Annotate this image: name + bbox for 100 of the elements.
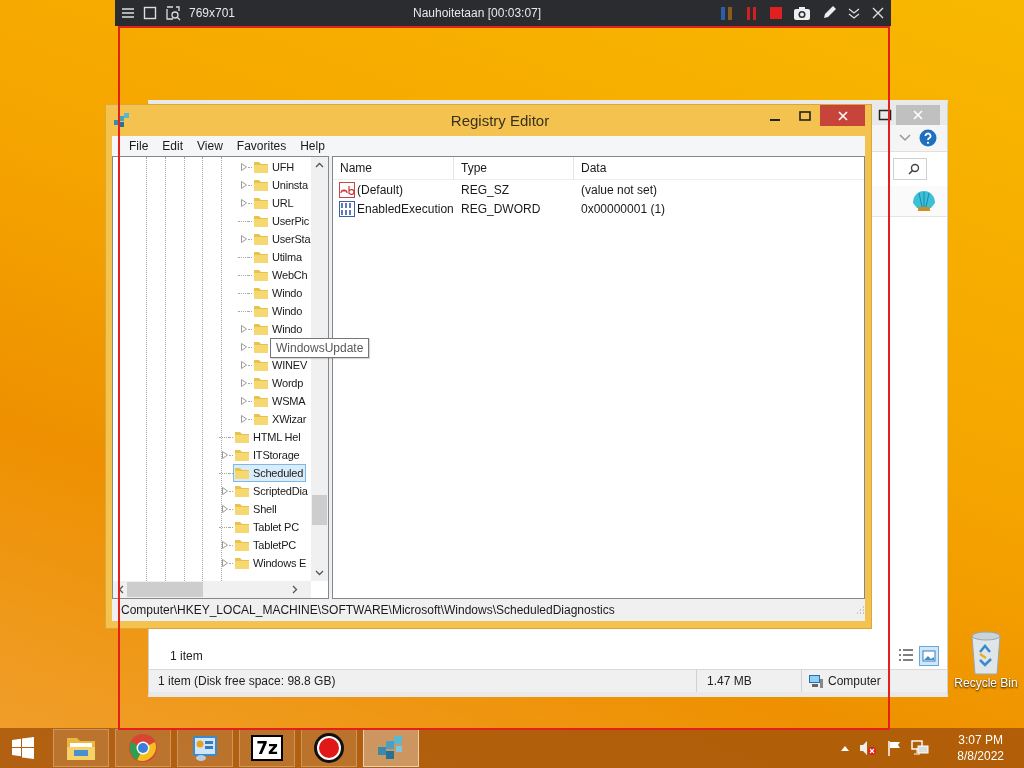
menu-item[interactable]: File xyxy=(122,139,156,153)
region-select-icon[interactable] xyxy=(165,5,181,21)
tree-item[interactable]: ScriptedDia xyxy=(233,482,311,500)
value-name: EnabledExecution xyxy=(357,201,454,216)
pause-icon[interactable] xyxy=(745,5,759,21)
tree-item[interactable]: Windo xyxy=(252,284,306,302)
value-name: (Default) xyxy=(357,182,403,197)
expand-arrow-icon[interactable] xyxy=(221,504,229,514)
registry-icon[interactable] xyxy=(112,111,130,130)
stop-icon[interactable] xyxy=(769,6,783,20)
tree-item[interactable]: Scheduled xyxy=(233,464,307,482)
caret-up-icon[interactable] xyxy=(840,744,851,752)
tree-item[interactable]: XWizar xyxy=(252,410,310,428)
folder-icon xyxy=(253,412,269,426)
tree-item[interactable]: URL xyxy=(252,194,297,212)
scroll-right-icon[interactable] xyxy=(290,585,299,594)
value-type: REG_DWORD xyxy=(461,201,541,216)
clock[interactable]: 3:07 PM 8/8/2022 xyxy=(957,732,1004,764)
menu-item[interactable]: View xyxy=(190,139,230,153)
column-header[interactable]: Name xyxy=(333,156,454,180)
menu-icon[interactable] xyxy=(121,6,135,20)
tree-item[interactable]: WINEV xyxy=(252,356,311,374)
search-field[interactable] xyxy=(893,158,927,180)
pen-icon[interactable] xyxy=(821,5,837,21)
network-icon[interactable] xyxy=(911,740,930,756)
expand-arrow-icon[interactable] xyxy=(221,558,229,568)
taskbar-button[interactable]: 7z xyxy=(239,729,295,767)
folder-icon xyxy=(253,160,269,174)
expand-arrow-icon[interactable] xyxy=(240,342,248,352)
tree-item[interactable]: Tablet PC xyxy=(233,518,302,536)
tree-item[interactable]: HTML Hel xyxy=(233,428,304,446)
expand-arrow-icon[interactable] xyxy=(240,234,248,244)
folder-icon xyxy=(253,232,269,246)
tree-item[interactable]: Shell xyxy=(233,500,280,518)
shell-icon[interactable] xyxy=(911,189,937,213)
flag-icon[interactable] xyxy=(886,740,903,756)
muted-speaker-icon[interactable] xyxy=(859,740,878,756)
folder-icon xyxy=(253,214,269,228)
string-value-icon xyxy=(339,181,355,198)
column-header[interactable]: Data xyxy=(574,156,864,180)
tree-item[interactable]: Uninsta xyxy=(252,176,311,194)
scroll-thumb[interactable] xyxy=(127,582,203,597)
tree-item[interactable]: UFH xyxy=(252,158,297,176)
scroll-left-icon[interactable] xyxy=(117,585,126,594)
taskbar-button[interactable] xyxy=(301,729,357,767)
tree-item[interactable]: Wordp xyxy=(252,374,307,392)
close-icon xyxy=(837,110,848,121)
expand-arrow-icon[interactable] xyxy=(240,360,248,370)
folder-icon xyxy=(253,322,269,336)
folder-icon xyxy=(253,268,269,282)
expand-arrow-icon[interactable] xyxy=(221,540,229,550)
expand-arrow-icon[interactable] xyxy=(221,486,229,496)
column-header[interactable]: Type xyxy=(454,156,574,180)
expand-arrow-icon[interactable] xyxy=(240,414,248,424)
windows-logo-icon xyxy=(12,737,34,759)
square-icon[interactable] xyxy=(143,6,157,20)
expand-arrow-icon[interactable] xyxy=(221,450,229,460)
expand-arrow-icon[interactable] xyxy=(240,324,248,334)
tree-item[interactable]: Windows E xyxy=(233,554,310,572)
expand-arrow-icon[interactable] xyxy=(240,378,248,388)
tree-item[interactable]: UserSta xyxy=(252,230,311,248)
tree-item[interactable]: WebCh xyxy=(252,266,311,284)
color-bars-icon[interactable] xyxy=(719,5,735,21)
scroll-down-icon[interactable] xyxy=(315,568,324,577)
expand-arrow-icon[interactable] xyxy=(240,180,248,190)
scroll-thumb[interactable] xyxy=(312,495,327,525)
large-icons-view-icon[interactable] xyxy=(919,646,939,666)
tree-item[interactable]: TabletPC xyxy=(233,536,300,554)
resize-grip-icon[interactable] xyxy=(855,605,865,615)
expand-arrow-icon[interactable] xyxy=(240,162,248,172)
menu-item[interactable]: Help xyxy=(293,139,332,153)
expand-arrow-icon[interactable] xyxy=(240,198,248,208)
tree-item[interactable]: Windo xyxy=(252,302,306,320)
close-button[interactable] xyxy=(820,105,865,126)
scroll-up-icon[interactable] xyxy=(315,161,324,170)
menu-item[interactable]: Edit xyxy=(155,139,191,153)
recycle-bin-icon[interactable] xyxy=(968,630,1004,676)
folder-icon xyxy=(234,502,250,516)
tree-item[interactable]: ITStorage xyxy=(233,446,303,464)
close-icon[interactable] xyxy=(871,6,885,20)
chevron-down-icon[interactable] xyxy=(847,6,861,20)
help-icon[interactable] xyxy=(919,129,937,147)
tree-item[interactable]: Windo xyxy=(252,320,306,338)
horizontal-scrollbar[interactable] xyxy=(113,581,311,598)
folder-icon xyxy=(253,304,269,318)
binary-value-icon xyxy=(339,200,355,217)
camera-icon[interactable] xyxy=(793,5,811,21)
expand-arrow-icon[interactable] xyxy=(240,396,248,406)
tree-item[interactable]: WSMA xyxy=(252,392,309,410)
folder-icon xyxy=(253,358,269,372)
value-type: REG_SZ xyxy=(461,182,509,197)
tree-item[interactable]: Utilma xyxy=(252,248,305,266)
details-view-icon[interactable] xyxy=(897,646,915,664)
maximize-icon[interactable] xyxy=(878,109,892,121)
folder-icon xyxy=(253,340,269,354)
tree-item[interactable]: UserPic xyxy=(252,212,311,230)
folder-icon xyxy=(253,394,269,408)
folder-icon xyxy=(234,538,250,552)
menu-item[interactable]: Favorites xyxy=(229,139,294,153)
status-text: 1 item (Disk free space: 98.8 GB) xyxy=(158,674,336,688)
